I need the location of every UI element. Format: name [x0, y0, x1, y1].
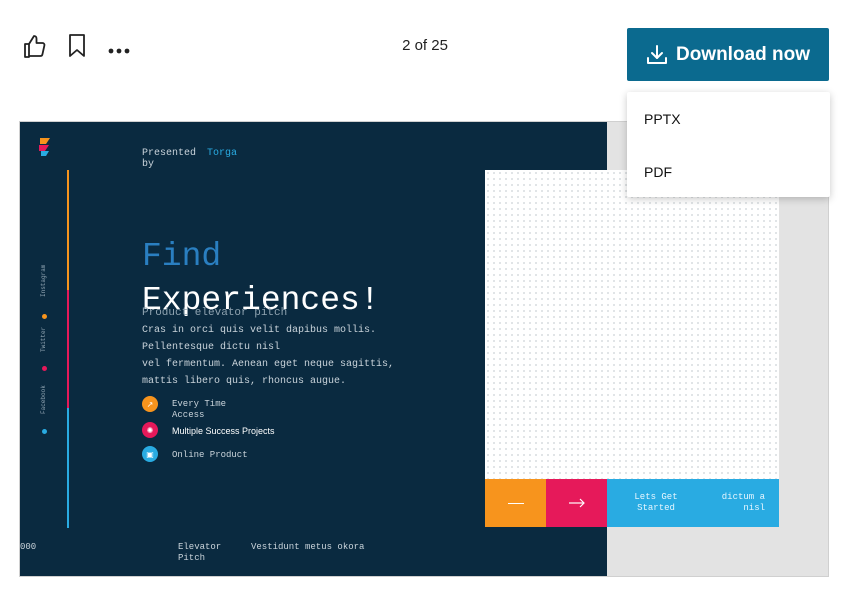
thumbs-up-icon [24, 35, 46, 58]
brand-logo-icon [39, 138, 50, 156]
feature-label-access: Every Time Access [172, 399, 227, 420]
feature-icon-projects: ✺ [142, 422, 158, 438]
like-button[interactable] [23, 33, 47, 64]
download-format-menu: PPTX PDF [627, 92, 830, 197]
dotted-image-panel [485, 170, 779, 480]
download-label: Download now [675, 43, 811, 65]
more-button[interactable] [108, 41, 130, 59]
vertical-line-orange [67, 170, 69, 290]
download-icon [646, 44, 667, 64]
vertical-line-blue [67, 408, 69, 528]
body-line-3: vel fermentum. Aenean eget neque sagitti… [142, 359, 395, 370]
presenter-name: Torga [207, 148, 238, 159]
social-label-instagram[interactable]: Instagram [40, 265, 47, 297]
download-button[interactable]: Download now [627, 28, 829, 81]
cta-label: Lets Get Started [634, 492, 678, 513]
body-line-2: Pellentesque dictu nisl [142, 342, 281, 353]
feature-icon-access: ↗ [142, 396, 158, 412]
social-label-facebook[interactable]: Facebook [40, 385, 47, 414]
menu-item-pdf[interactable]: PDF [644, 164, 672, 180]
bookmark-icon [69, 34, 85, 57]
footer-text: Vestidunt metus okora [251, 542, 365, 552]
overlay-subtitle: Product elevator pitch [142, 307, 288, 319]
cta-blue-block[interactable]: Lets Get Started dictum a nisl [607, 479, 779, 527]
vertical-line-pink [67, 290, 69, 408]
title-line-1: Find [142, 238, 222, 275]
body-line-1: Cras in orci quis velit dapibus mollis. [142, 325, 377, 336]
body-line-4: mattis libero quis, rhoncus augue. [142, 376, 347, 387]
menu-item-pptx[interactable]: PPTX [644, 111, 681, 127]
social-label-twitter[interactable]: Twitter [40, 327, 47, 352]
footer-label: Elevator Pitch [178, 542, 222, 563]
cta-dash-block [485, 479, 546, 527]
social-dot-blue [42, 429, 47, 434]
feature-label-online: Online Product [172, 450, 248, 460]
footer-number: 000 [20, 542, 37, 552]
cta-side-text: dictum a nisl [721, 492, 765, 513]
social-dot-pink [42, 366, 47, 371]
more-horizontal-icon [108, 48, 130, 54]
feature-label-projects: Multiple Success Projects [172, 426, 275, 436]
bookmark-button[interactable] [68, 33, 86, 64]
cta-arrow-button[interactable] [546, 479, 607, 527]
feature-icon-online: ▣ [142, 446, 158, 462]
social-dot-orange [42, 314, 47, 319]
arrow-right-icon [568, 498, 585, 508]
presented-by-label: Presented by [142, 148, 197, 170]
